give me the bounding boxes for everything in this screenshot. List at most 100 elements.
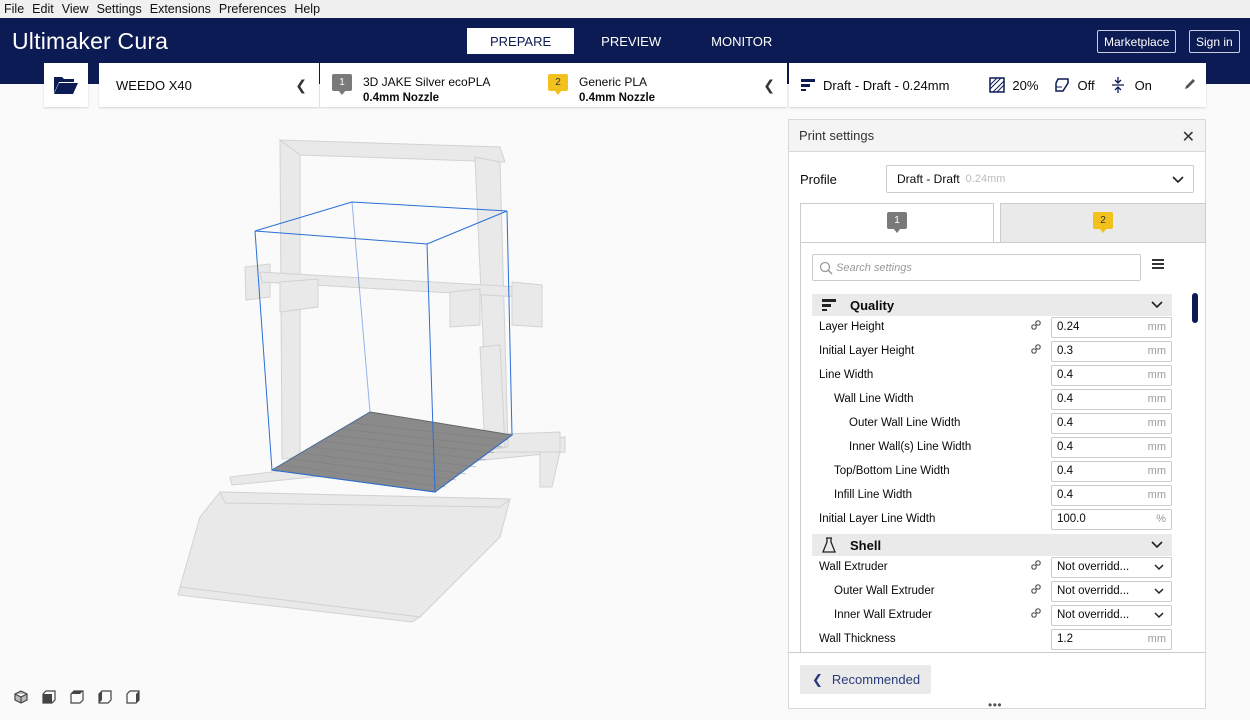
chevron-down-icon (1153, 585, 1165, 604)
extruder-2-badge: 2 (548, 74, 568, 96)
close-icon[interactable]: ✕ (1182, 127, 1195, 147)
profile-value: Draft - Draft (897, 172, 960, 186)
tab-prepare[interactable]: PREPARE (467, 28, 575, 54)
shell-icon (822, 537, 836, 553)
profile-row: Profile Draft - Draft 0.24mm (800, 165, 1194, 193)
menu-view[interactable]: View (58, 2, 93, 16)
open-file-button[interactable] (44, 63, 88, 107)
setting-row: Inner Wall(s) Line Width 0.4 mm (819, 436, 1172, 460)
setting-input[interactable]: 0.4 mm (1051, 365, 1172, 386)
setting-row: Initial Layer Line Width 100.0% (819, 508, 1172, 532)
extruder-selector[interactable]: 1 3D JAKE Silver ecoPLA 0.4mm Nozzle 2 G… (320, 63, 787, 107)
setting-input[interactable]: 0.4 mm (1051, 485, 1172, 506)
setting-row: Layer Height 0.24 mm (819, 316, 1172, 340)
chevron-down-icon (1151, 301, 1163, 309)
setting-label: Top/Bottom Line Width (834, 465, 950, 477)
settings-list: Search settings Quality Layer Height 0.24… (800, 242, 1206, 652)
menu-preferences[interactable]: Preferences (215, 2, 290, 16)
extruder-1-number: 1 (332, 74, 352, 91)
setting-input[interactable]: 1.2 mm (1051, 629, 1172, 650)
extruder-2[interactable]: 2 Generic PLA 0.4mm Nozzle (548, 74, 655, 106)
setting-value: Not overridd... (1057, 561, 1130, 573)
settings-menu-icon[interactable] (1152, 259, 1164, 269)
stage-tabs: PREPARE PREVIEW MONITOR (467, 28, 799, 54)
drag-handle[interactable]: ••• (988, 698, 1002, 712)
setting-input[interactable]: 0.4 mm (1051, 413, 1172, 434)
3d-view-icon[interactable] (14, 690, 28, 704)
left-view-icon[interactable] (98, 690, 112, 704)
setting-dropdown[interactable]: Not overridd... (1051, 557, 1172, 578)
menu-settings[interactable]: Settings (93, 2, 146, 16)
setting-label: Initial Layer Height (819, 345, 915, 357)
front-view-icon[interactable] (42, 690, 56, 704)
setting-row: Outer Wall Line Width 0.4 mm (819, 412, 1172, 436)
support-value: Off (1077, 77, 1095, 93)
setting-dropdown[interactable]: Not overridd... (1051, 605, 1172, 626)
category-shell[interactable]: Shell (812, 534, 1172, 556)
search-icon (819, 261, 833, 275)
extruder-2-material: Generic PLA (579, 75, 648, 89)
setting-input[interactable]: 0.4 mm (1051, 437, 1172, 458)
setting-input[interactable]: 0.24 mm (1051, 317, 1172, 338)
extruder-1[interactable]: 1 3D JAKE Silver ecoPLA 0.4mm Nozzle (332, 74, 490, 106)
chevron-left-icon: ❮ (812, 671, 823, 687)
extruder-tab-1-number: 1 (887, 212, 907, 229)
menu-help[interactable]: Help (290, 2, 324, 16)
setting-value: 100.0 (1057, 513, 1086, 525)
setting-input[interactable]: 0.4 mm (1051, 389, 1172, 410)
extruder-1-nozzle: 0.4mm Nozzle (363, 92, 440, 104)
pencil-icon[interactable] (1184, 78, 1196, 90)
recommended-button[interactable]: ❮ Recommended (800, 665, 931, 694)
profile-label: Profile (800, 171, 837, 187)
machine-selector[interactable]: WEEDO X40 ❮ (99, 63, 319, 107)
setting-dropdown[interactable]: Not overridd... (1051, 581, 1172, 602)
profile-dropdown[interactable]: Draft - Draft 0.24mm (886, 165, 1194, 193)
menu-file[interactable]: File (0, 2, 28, 16)
setting-label: Outer Wall Line Width (849, 417, 961, 429)
setting-row: Outer Wall Extruder Not overridd... (819, 580, 1172, 604)
sign-in-button[interactable]: Sign in (1189, 30, 1240, 53)
print-setup-selector[interactable]: Draft - Draft - 0.24mm 20% Off On (789, 63, 1206, 107)
extruder-tab-2[interactable]: 2 (1000, 203, 1206, 243)
setting-input[interactable]: 100.0% (1051, 509, 1172, 530)
link-icon[interactable] (1031, 584, 1041, 597)
setting-row: Infill Line Width 0.4 mm (819, 484, 1172, 508)
extruder-2-nozzle: 0.4mm Nozzle (579, 92, 656, 104)
link-icon[interactable] (1031, 560, 1041, 573)
scrollbar-handle[interactable] (1192, 293, 1198, 323)
setting-label: Wall Thickness (819, 633, 896, 645)
link-icon[interactable] (1031, 608, 1041, 621)
category-shell-label: Shell (850, 537, 882, 553)
panel-header: Print settings ✕ (789, 120, 1205, 152)
setting-label: Initial Layer Line Width (819, 513, 936, 525)
setting-input[interactable]: 0.3 mm (1051, 341, 1172, 362)
search-input[interactable]: Search settings (812, 254, 1141, 281)
print-profile-label: Draft - Draft - 0.24mm (823, 77, 950, 93)
link-icon[interactable] (1031, 344, 1041, 357)
category-quality[interactable]: Quality (812, 294, 1172, 316)
marketplace-button[interactable]: Marketplace (1097, 30, 1177, 53)
menu-edit[interactable]: Edit (28, 2, 58, 16)
menu-extensions[interactable]: Extensions (146, 2, 215, 16)
infill-value: 20% (1012, 77, 1039, 93)
app-logo: Ultimaker Cura (12, 28, 168, 55)
setting-unit: mm (1147, 369, 1166, 381)
setting-value: 1.2 (1057, 633, 1073, 645)
tab-preview[interactable]: PREVIEW (578, 28, 684, 54)
top-view-icon[interactable] (70, 690, 84, 704)
setting-label: Line Width (819, 369, 874, 381)
chevron-left-icon: ❮ (763, 77, 775, 93)
logo-name: Cura (117, 28, 169, 54)
build-viewport[interactable] (0, 107, 785, 687)
badge-pointer (338, 90, 346, 95)
setting-row: Wall Line Width 0.4 mm (819, 388, 1172, 412)
link-icon[interactable] (1031, 320, 1041, 333)
setting-input[interactable]: 0.4 mm (1051, 461, 1172, 482)
tab-monitor[interactable]: MONITOR (688, 28, 795, 54)
setting-value: 0.3 (1057, 345, 1073, 357)
right-view-icon[interactable] (126, 690, 140, 704)
setting-label: Inner Wall(s) Line Width (849, 441, 972, 453)
extruder-tab-1[interactable]: 1 (800, 203, 994, 243)
setting-row: Inner Wall Extruder Not overridd... (819, 604, 1172, 628)
panel-title: Print settings (799, 128, 875, 143)
